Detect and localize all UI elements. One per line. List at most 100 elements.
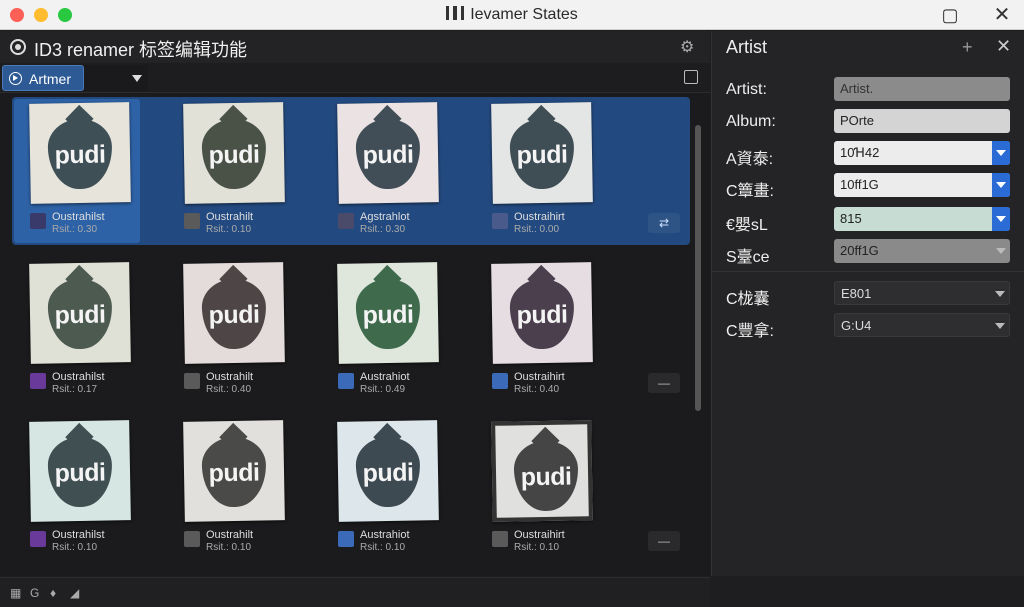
album-name: Oustrahilst xyxy=(52,371,105,383)
tag-field-row: Artist: Artist. xyxy=(712,77,1024,103)
row-action-button[interactable]: — xyxy=(648,373,680,393)
album-tile[interactable]: pudi Oustrahilst Rsit.: 0.30 xyxy=(14,95,164,245)
album-cover[interactable]: pudi xyxy=(29,420,131,522)
tag-field-input[interactable]: 10ff1G xyxy=(834,173,1010,197)
album-rating: Rsit.: 0.10 xyxy=(52,542,98,553)
chevron-down-icon[interactable] xyxy=(992,173,1010,197)
tag-icon[interactable]: ♦ xyxy=(50,586,56,600)
chevron-down-icon[interactable] xyxy=(991,282,1009,306)
chevron-down-icon[interactable] xyxy=(992,141,1010,165)
tag-field-row: S臺ce 20ff1G xyxy=(712,239,1024,266)
window-title: Ievamer States xyxy=(0,6,1024,24)
album-cover[interactable]: pudi xyxy=(491,102,593,204)
tag-field-label: S臺ce xyxy=(726,249,770,266)
album-tile[interactable]: pudi Oustrahilst Rsit.: 0.17 xyxy=(14,255,164,405)
track-type-icon xyxy=(492,531,508,547)
tag-field-value: 10ff1G xyxy=(840,177,879,192)
album-name: Oustraihirt xyxy=(514,529,565,541)
divider xyxy=(712,271,1024,272)
grid-view-icon[interactable]: ▦ xyxy=(10,586,21,600)
album-tile[interactable]: pudi Oustrahilt Rsit.: 0.10 xyxy=(168,95,318,245)
track-type-icon xyxy=(184,213,200,229)
tag-field-input[interactable]: 815 xyxy=(834,207,1010,231)
track-type-icon xyxy=(30,531,46,547)
album-tile[interactable]: pudi Austrahiot Rsit.: 0.49 xyxy=(322,255,472,405)
album-cover[interactable]: pudi xyxy=(183,420,285,522)
album-rating: Rsit.: 0.10 xyxy=(206,224,252,235)
album-tile[interactable]: pudi Oustrahilt Rsit.: 0.10 xyxy=(168,413,318,563)
close-icon[interactable]: ✕ xyxy=(996,36,1011,57)
chevron-down-icon[interactable] xyxy=(992,239,1010,263)
tag-field-input[interactable]: E801 xyxy=(834,281,1010,305)
album-cover[interactable]: pudi xyxy=(183,102,285,204)
album-name: Oustrahilt xyxy=(206,529,254,541)
gear-icon[interactable]: ⚙ xyxy=(680,37,694,57)
album-cover[interactable]: pudi xyxy=(491,420,593,522)
album-tile[interactable]: pudi Austrahiot Rsit.: 0.10 xyxy=(322,413,472,563)
album-name: Oustrahilt xyxy=(206,211,254,223)
album-name: Oustrahilst xyxy=(52,529,105,541)
cover-text: pudi xyxy=(54,300,106,330)
row-action-button[interactable]: ⇄ xyxy=(648,213,680,233)
album-tile[interactable]: pudi Oustraihirt Rsit.: 0.10 xyxy=(476,413,626,563)
tag-field-row: Album: POrte xyxy=(712,109,1024,135)
album-rating: Rsit.: 0.30 xyxy=(52,224,98,235)
album-tile[interactable]: pudi Oustraihirt Rsit.: 0.40 xyxy=(476,255,626,405)
tag-field-label: C栊囊 xyxy=(726,291,770,308)
track-type-icon xyxy=(184,373,200,389)
album-name: Oustrahilst xyxy=(52,211,105,223)
album-cover[interactable]: pudi xyxy=(337,102,439,204)
tab-label: Artmer xyxy=(29,71,71,87)
status-g-icon[interactable]: G xyxy=(30,586,39,600)
album-cover[interactable]: pudi xyxy=(183,262,285,364)
row-action-button[interactable]: — xyxy=(648,531,680,551)
album-tile[interactable]: pudi Oustrahilt Rsit.: 0.40 xyxy=(168,255,318,405)
chevron-down-icon[interactable] xyxy=(991,314,1009,338)
track-type-icon xyxy=(492,213,508,229)
tag-field-label: Album: xyxy=(726,113,776,130)
tag-field-row: €嬰sL 815 xyxy=(712,207,1024,234)
track-type-icon xyxy=(492,373,508,389)
track-type-icon xyxy=(338,531,354,547)
restore-icon[interactable]: ▢ xyxy=(940,5,960,25)
album-cover[interactable]: pudi xyxy=(29,102,131,204)
album-name: Austrahiot xyxy=(360,529,410,541)
album-tile[interactable]: pudi Agstrahlot Rsit.: 0.30 xyxy=(322,95,472,245)
tag-field-input[interactable]: POrte xyxy=(834,109,1010,133)
resize-icon[interactable]: ◢ xyxy=(70,586,79,600)
tag-field-row: C栊囊 E801 xyxy=(712,281,1024,308)
vertical-scrollbar[interactable] xyxy=(694,95,702,565)
pin-icon[interactable]: + xyxy=(962,37,973,58)
album-name: Austrahiot xyxy=(360,371,410,383)
album-cover[interactable]: pudi xyxy=(337,420,439,522)
tag-field-input[interactable]: Artist. xyxy=(834,77,1010,101)
album-cover[interactable]: pudi xyxy=(29,262,131,364)
album-name: Agstrahlot xyxy=(360,211,410,223)
cover-text: pudi xyxy=(516,140,568,170)
cover-text: pudi xyxy=(54,140,106,170)
app-window: Ievamer States ▢ ✕ ID3 renamer 标签编辑功能 ⚙ … xyxy=(0,0,1024,607)
cover-text: pudi xyxy=(208,300,260,330)
scrollbar-thumb[interactable] xyxy=(695,125,701,411)
app-logo-icon xyxy=(10,39,26,55)
tag-field-value: 20ff1G xyxy=(840,243,879,258)
tag-field-input[interactable]: 20ff1G xyxy=(834,239,1010,263)
tab-dropdown-button[interactable] xyxy=(84,65,148,91)
album-tile[interactable]: pudi Oustrahilst Rsit.: 0.10 xyxy=(14,413,164,563)
album-cover[interactable]: pudi xyxy=(491,262,593,364)
tag-field-input[interactable]: G:U4 xyxy=(834,313,1010,337)
close-icon[interactable]: ✕ xyxy=(992,5,1012,25)
album-tile[interactable]: pudi Oustraihirt Rsit.: 0.00 xyxy=(476,95,626,245)
lock-icon[interactable] xyxy=(684,70,698,84)
album-cover[interactable]: pudi xyxy=(337,262,439,364)
chevron-down-icon[interactable] xyxy=(992,207,1010,231)
tag-field-label: Artist: xyxy=(726,81,767,98)
track-type-icon xyxy=(30,373,46,389)
tag-field-value: POrte xyxy=(840,113,874,128)
track-type-icon xyxy=(338,213,354,229)
tab-artmer[interactable]: Artmer xyxy=(2,65,84,91)
cover-text: pudi xyxy=(362,458,414,488)
album-rating: Rsit.: 0.30 xyxy=(360,224,406,235)
title-bar: Ievamer States ▢ ✕ xyxy=(0,0,1024,30)
tag-field-input[interactable]: 10Ɦ42 xyxy=(834,141,1010,165)
